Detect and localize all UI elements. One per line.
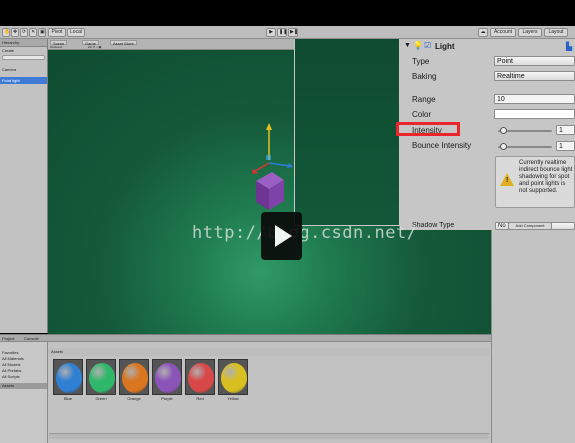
add-component-button[interactable]: Add Component xyxy=(508,222,552,230)
step-button[interactable]: ▶❚ xyxy=(288,28,298,37)
asset-thumbnail-purple[interactable] xyxy=(152,359,182,395)
local-toggle[interactable]: Local xyxy=(67,28,85,37)
letterbox-top xyxy=(0,0,575,26)
foldout-arrow-icon[interactable]: ▼ xyxy=(404,42,411,49)
game-view-panel[interactable] xyxy=(294,39,400,226)
project-tree: Favorites All Materials All Models All P… xyxy=(0,342,48,443)
shading-mode-dropdown[interactable]: Textured xyxy=(50,45,62,49)
play-button[interactable]: ▶ xyxy=(266,28,276,37)
material-sphere-icon xyxy=(188,363,214,393)
tree-item-assets[interactable]: Assets xyxy=(0,383,47,389)
asset-thumbnail-green[interactable] xyxy=(86,359,116,395)
material-sphere-icon xyxy=(89,363,115,393)
cloud-icon[interactable]: ☁ xyxy=(478,28,488,37)
asset-label: Yellow xyxy=(227,396,239,401)
asset-thumbnail-blue[interactable] xyxy=(53,359,83,395)
type-dropdown[interactable]: Point xyxy=(494,56,575,66)
hand-tool-icon[interactable]: ✋ xyxy=(2,28,10,37)
account-dropdown[interactable]: Account xyxy=(490,28,516,37)
scene-view-header: Scene Game Asset Store Textured 2D ☀ ♪ ▣ xyxy=(48,39,294,50)
layers-dropdown[interactable]: Layers xyxy=(518,28,542,37)
hierarchy-item-camera[interactable]: Camera xyxy=(0,66,47,73)
material-sphere-icon xyxy=(56,363,82,393)
main-toolbar: ✋ ✥ ⟳ ✕ ▣ Pivot Local ▶ ❚❚ ▶❚ ☁ Account … xyxy=(0,26,575,39)
asset-thumbnail-orange[interactable] xyxy=(119,359,149,395)
create-dropdown[interactable]: Create xyxy=(0,47,47,54)
asset-label: Green xyxy=(95,396,107,401)
video-play-button[interactable] xyxy=(261,212,302,260)
hierarchy-tab[interactable]: Hierarchy xyxy=(0,39,47,47)
tab-asset-store[interactable]: Asset Store xyxy=(110,40,137,46)
material-sphere-icon xyxy=(221,363,247,393)
move-tool-icon[interactable]: ✥ xyxy=(11,28,19,37)
range-field[interactable]: 10 xyxy=(494,94,575,104)
material-sphere-icon xyxy=(155,363,181,393)
tab-console[interactable]: Console xyxy=(24,336,39,341)
intensity-highlight-box xyxy=(396,122,460,136)
intensity-field[interactable]: 1 xyxy=(556,125,575,135)
asset-label: Red xyxy=(196,396,204,401)
warning-text: Currently realtime indirect bounce light… xyxy=(519,160,573,194)
baking-label: Baking xyxy=(412,72,437,81)
project-scrollbar[interactable] xyxy=(49,433,489,439)
warning-exclamation: ! xyxy=(506,177,509,184)
gizmo-x-axis[interactable] xyxy=(254,162,270,172)
asset-thumbnail-red[interactable] xyxy=(185,359,215,395)
asset-label: Orange xyxy=(127,396,141,401)
enable-checkbox[interactable]: ☑ xyxy=(424,41,431,50)
bounce-intensity-label: Bounce Intensity xyxy=(412,141,472,150)
pivot-toggle[interactable]: Pivot xyxy=(48,28,66,37)
color-swatch[interactable] xyxy=(494,109,575,119)
asset-label: Purple xyxy=(161,396,173,401)
assets-breadcrumb[interactable]: Assets xyxy=(49,348,489,356)
rotate-tool-icon[interactable]: ⟳ xyxy=(20,28,28,37)
pause-button[interactable]: ❚❚ xyxy=(277,28,287,37)
warning-helpbox: ! Currently realtime indirect bounce lig… xyxy=(495,156,575,208)
component-menu-icon[interactable]: ▙ xyxy=(566,42,572,51)
asset-thumbnail-yellow[interactable] xyxy=(218,359,248,395)
hierarchy-search-input[interactable] xyxy=(2,55,45,60)
rect-tool-icon[interactable]: ▣ xyxy=(38,28,46,37)
hierarchy-panel: Hierarchy Create Camera Point light xyxy=(0,39,48,333)
gizmo-z-axis[interactable] xyxy=(268,162,291,167)
range-label: Range xyxy=(412,95,436,104)
bounce-intensity-slider-knob[interactable] xyxy=(500,143,508,150)
scale-tool-icon[interactable]: ✕ xyxy=(29,28,37,37)
component-title: Light xyxy=(435,42,455,51)
project-tabs: Project Console xyxy=(0,335,491,342)
tree-item-all-scripts[interactable]: All Scripts xyxy=(0,374,47,380)
hierarchy-item-point-light[interactable]: Point light xyxy=(0,77,47,84)
inspector-empty-area xyxy=(491,230,575,443)
asset-label: Blue xyxy=(63,396,72,401)
bounce-intensity-field[interactable]: 1 xyxy=(556,141,575,151)
type-label: Type xyxy=(412,57,430,66)
intensity-slider-knob[interactable] xyxy=(500,127,508,134)
color-label: Color xyxy=(412,110,432,119)
baking-dropdown[interactable]: Realtime xyxy=(494,71,575,81)
layout-dropdown[interactable]: Layout xyxy=(544,28,568,37)
unity-editor-window: ✋ ✥ ⟳ ✕ ▣ Pivot Local ▶ ❚❚ ▶❚ ☁ Account … xyxy=(0,0,575,443)
play-icon xyxy=(275,225,292,247)
watermark-text: http://blog.csdn.net/ xyxy=(192,223,418,243)
tab-project[interactable]: Project xyxy=(2,336,14,341)
light-bulb-icon: 💡 xyxy=(413,41,423,50)
2d-toggle[interactable]: 2D ☀ ♪ ▣ xyxy=(88,45,101,49)
gizmo-center-handle[interactable] xyxy=(266,155,271,160)
material-sphere-icon xyxy=(122,363,148,393)
gizmo-y-arrow[interactable] xyxy=(266,123,272,130)
